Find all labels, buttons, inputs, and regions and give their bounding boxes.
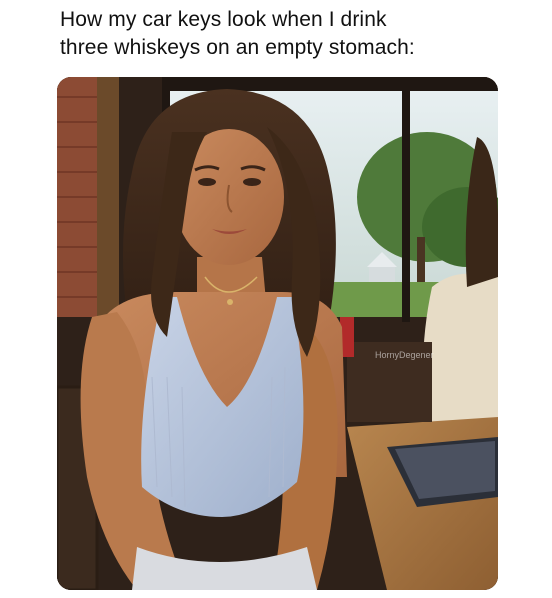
meme-photo: HornyDegener <box>57 77 498 590</box>
wood-pillar <box>97 77 119 317</box>
meme-caption: How my car keys look when I drink three … <box>60 6 530 62</box>
photo-illustration <box>57 77 498 590</box>
left-eye <box>198 178 216 186</box>
caption-line-1: How my car keys look when I drink <box>60 8 387 31</box>
right-eye <box>243 178 261 186</box>
watermark-text: HornyDegener <box>375 350 434 360</box>
caption-line-2: three whiskeys on an empty stomach: <box>60 36 415 59</box>
seated-person-right <box>423 273 498 422</box>
